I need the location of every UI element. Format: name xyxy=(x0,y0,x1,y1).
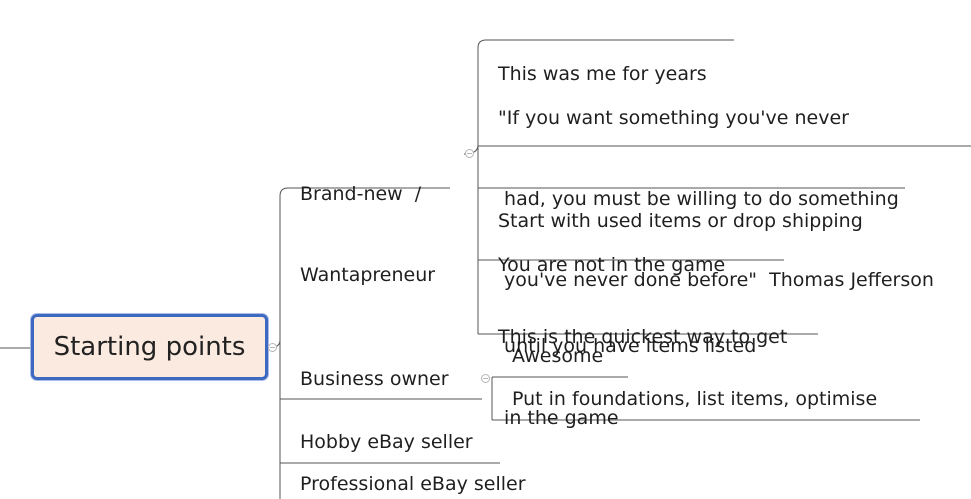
child-awesome[interactable]: Awesome xyxy=(512,343,603,370)
branch-professional-seller[interactable]: Professional eBay seller xyxy=(300,471,526,498)
central-collapse-icon[interactable] xyxy=(268,343,277,352)
mind-map-canvas: Starting points Brand-new / Wantapreneur… xyxy=(0,0,971,499)
child-quickest-way[interactable]: This is the quickest way to get in the g… xyxy=(498,270,787,486)
branch-hobby-seller[interactable]: Hobby eBay seller xyxy=(300,429,473,456)
central-topic-label: Starting points xyxy=(53,332,246,362)
brand-new-collapse-icon[interactable] xyxy=(465,149,474,158)
central-topic[interactable]: Starting points xyxy=(31,314,268,380)
branch-brand-new[interactable]: Brand-new / Wantapreneur xyxy=(300,127,435,343)
child-put-in-foundations[interactable]: Put in foundations, list items, optimise xyxy=(512,386,877,413)
business-owner-collapse-icon[interactable] xyxy=(481,374,490,383)
child-quote-line1: "If you want something you've never xyxy=(498,107,849,129)
branch-brand-new-line1: Brand-new / xyxy=(300,183,422,205)
branch-business-owner[interactable]: Business owner xyxy=(300,366,449,393)
branch-brand-new-line2: Wantapreneur xyxy=(300,264,436,286)
